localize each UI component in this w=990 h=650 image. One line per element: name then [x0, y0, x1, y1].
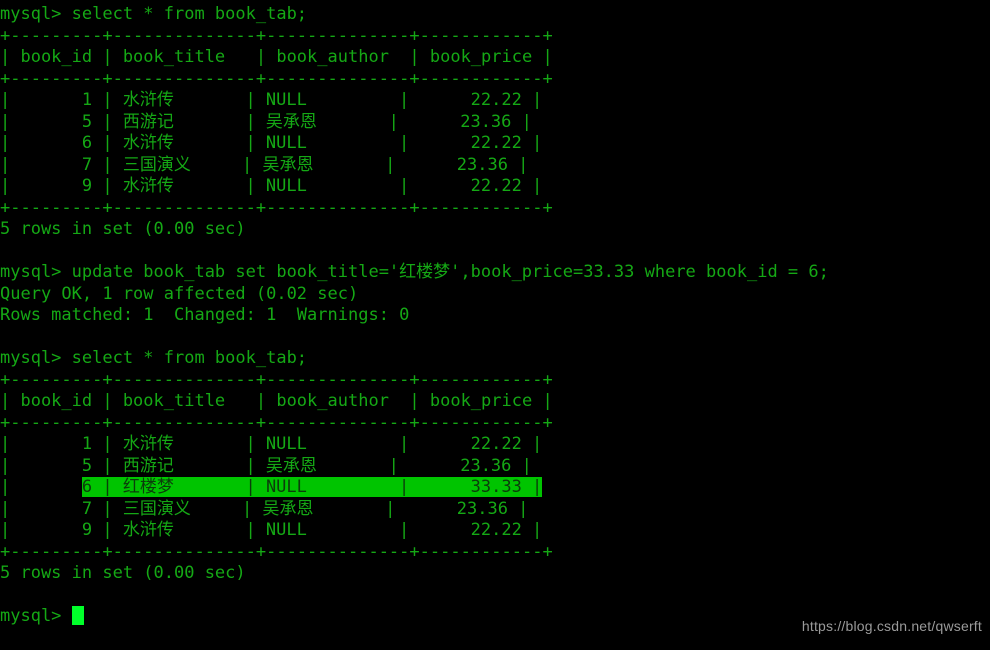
- terminal-line-status: Rows matched: 1 Changed: 1 Warnings: 0: [0, 305, 410, 325]
- terminal-screen[interactable]: mysql> select * from book_tab; +---------…: [0, 4, 990, 628]
- terminal-line-header: | book_id | book_title | book_author | b…: [0, 391, 553, 411]
- terminal-line-rule: +---------+--------------+--------------…: [0, 197, 553, 218]
- terminal-line-row: | 9 | 水浒传 | NULL | 22.22 |: [0, 176, 543, 196]
- terminal-line-row: | 7 | 三国演义 | 吴承恩 | 23.36 |: [0, 154, 529, 175]
- terminal-line-rule: +---------+--------------+--------------…: [0, 25, 553, 46]
- terminal-line-row: | 9 | 水浒传 | NULL | 22.22 |: [0, 520, 543, 540]
- terminal-line-command: mysql> select * from book_tab;: [0, 4, 308, 24]
- terminal-line-row: | 7 | 三国演义 | 吴承恩 | 23.36 |: [0, 498, 529, 519]
- shell-prompt: mysql>: [0, 606, 72, 626]
- terminal-line-rule: +---------+--------------+--------------…: [0, 68, 553, 89]
- terminal-line-rule: +---------+--------------+--------------…: [0, 541, 553, 562]
- highlighted-table-row[interactable]: 6 | 红楼梦 | NULL | 33.33 |: [81, 477, 543, 497]
- terminal-line-command: mysql> update book_tab set book_title='红…: [0, 262, 829, 282]
- terminal-line-command: mysql> select * from book_tab;: [0, 348, 308, 368]
- terminal-line-status: Query OK, 1 row affected (0.02 sec): [0, 283, 359, 304]
- text-cursor[interactable]: [71, 606, 84, 625]
- terminal-line-header: | book_id | book_title | book_author | b…: [0, 47, 553, 67]
- terminal-line-rule: +---------+--------------+--------------…: [0, 412, 553, 433]
- terminal-line-status: 5 rows in set (0.00 sec): [0, 563, 246, 583]
- terminal-line-rule: +---------+--------------+--------------…: [0, 369, 553, 390]
- row-indent: |: [0, 477, 82, 497]
- terminal-line-row: | 6 | 水浒传 | NULL | 22.22 |: [0, 133, 543, 153]
- terminal-line-row: | 1 | 水浒传 | NULL | 22.22 |: [0, 434, 543, 454]
- terminal-window[interactable]: mysql> select * from book_tab; +---------…: [0, 0, 990, 650]
- terminal-line-row: | 5 | 西游记 | 吴承恩 | 23.36 |: [0, 455, 532, 476]
- terminal-line-row: | 1 | 水浒传 | NULL | 22.22 |: [0, 90, 543, 110]
- terminal-line-row: | 5 | 西游记 | 吴承恩 | 23.36 |: [0, 111, 532, 132]
- watermark-text: https://blog.csdn.net/qwserft: [801, 618, 982, 634]
- table-row-highlighted: | 6 | 红楼梦 | NULL | 33.33 |: [0, 477, 990, 499]
- terminal-line-status: 5 rows in set (0.00 sec): [0, 219, 246, 239]
